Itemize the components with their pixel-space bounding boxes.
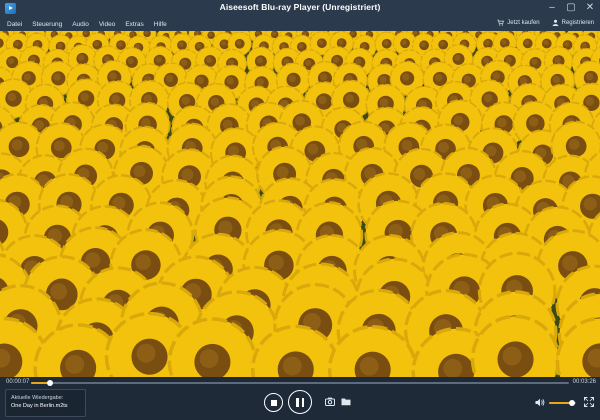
window-controls: – ▢ ✕ [546,1,596,14]
folder-icon [341,398,351,406]
menu-hilfe[interactable]: Hilfe [154,21,167,28]
stop-button[interactable] [264,393,283,412]
window-title: Aiseesoft Blu-ray Player (Unregistriert) [219,2,381,12]
menu-video[interactable]: Video [99,21,116,28]
playback-controls: 00:00:07 00:03:26 Aktuelle Wiedergabe: O… [0,377,600,420]
restore-button[interactable]: ▢ [565,1,577,14]
open-file-button[interactable] [341,397,351,406]
transport-buttons [0,390,600,414]
cart-icon [497,19,505,26]
buy-now-label: Jetzt kaufen [507,19,540,26]
menu-steuerung[interactable]: Steuerung [32,21,62,28]
snapshot-button[interactable] [325,397,335,406]
seek-bar[interactable] [31,380,569,386]
pause-button[interactable] [288,390,312,414]
menu-actions: Jetzt kaufen Registrieren [497,19,594,26]
register-label: Registrieren [561,19,594,26]
total-time: 00:03:26 [572,379,596,385]
menu-bar: Datei Steuerung Audio Video Extras Hilfe… [0,17,600,31]
menu-datei[interactable]: Datei [7,21,22,28]
speaker-icon[interactable] [535,398,545,407]
fullscreen-icon[interactable] [584,397,594,407]
volume-handle[interactable] [568,400,575,406]
minimize-button[interactable]: – [546,1,558,14]
stop-icon [270,399,277,406]
user-icon [552,19,558,26]
buy-now-link[interactable]: Jetzt kaufen [497,19,540,26]
menu-audio[interactable]: Audio [72,21,89,28]
pause-icon [296,397,304,407]
register-link[interactable]: Registrieren [552,19,594,26]
title-bar: Aiseesoft Blu-ray Player (Unregistriert)… [0,0,600,17]
current-time: 00:00:07 [6,379,30,385]
menu-items: Datei Steuerung Audio Video Extras Hilfe [0,21,167,28]
close-button[interactable]: ✕ [584,1,596,14]
seek-handle[interactable] [46,380,53,386]
menu-extras[interactable]: Extras [125,21,143,28]
sunflower-field-image [0,31,600,377]
camera-icon [325,397,335,406]
volume-slider[interactable] [549,400,576,406]
video-display[interactable] [0,31,600,377]
